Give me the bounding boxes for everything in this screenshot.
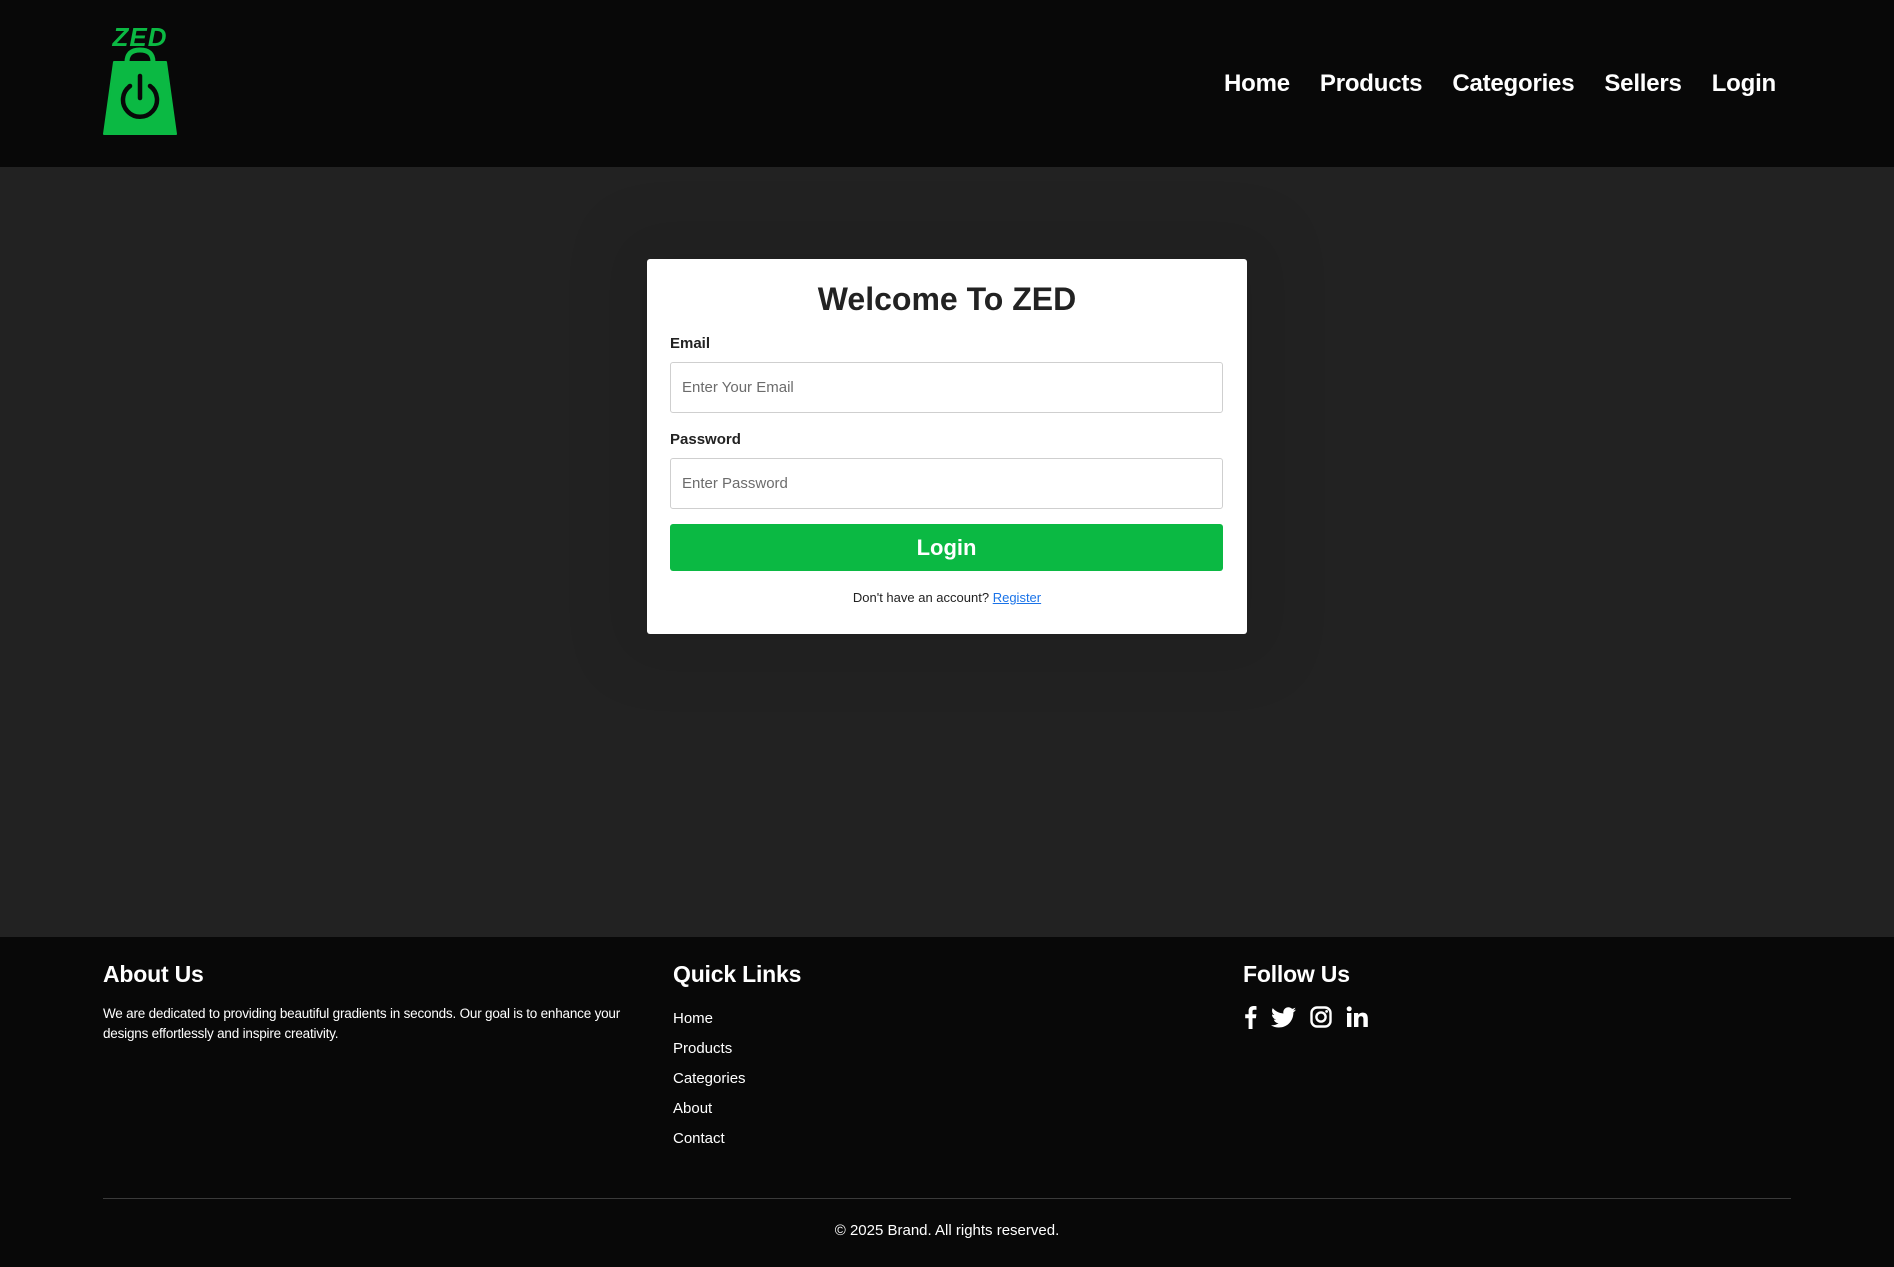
quick-links-heading: Quick Links <box>673 961 802 987</box>
copyright-text: © 2025 Brand. All rights reserved. <box>834 1222 1060 1239</box>
nav-categories[interactable]: Categories <box>1452 70 1574 98</box>
footer-link-products[interactable]: Products <box>673 1040 732 1057</box>
register-prompt-text: Don't have an account? <box>852 590 990 605</box>
email-label: Email <box>670 335 711 352</box>
facebook-icon[interactable] <box>1243 1004 1257 1030</box>
list-item: Home <box>673 1004 1073 1034</box>
list-item: Products <box>673 1034 1073 1064</box>
footer-quick-links: Quick Links Home Products Categories Abo… <box>673 959 1073 1154</box>
login-card: Welcome To ZED Email Password Login Don'… <box>647 259 1247 634</box>
register-prompt: Don't have an account? Register <box>670 590 1224 605</box>
password-label: Password <box>670 431 741 448</box>
zed-bag-logo-icon: ZED <box>103 22 177 135</box>
login-button[interactable]: Login <box>670 524 1223 571</box>
footer-divider <box>103 1198 1791 1199</box>
linkedin-icon[interactable] <box>1346 1004 1368 1030</box>
main-nav: Home Products Categories Sellers Login <box>1194 0 1776 167</box>
nav-home[interactable]: Home <box>1224 70 1290 98</box>
footer-link-contact[interactable]: Contact <box>673 1130 725 1147</box>
about-heading: About Us <box>103 961 204 987</box>
footer-link-categories[interactable]: Categories <box>673 1070 746 1087</box>
list-item: About <box>673 1094 1073 1124</box>
footer-follow: Follow Us <box>1243 959 1643 1030</box>
zed-logo[interactable]: ZED <box>100 22 180 139</box>
site-footer: About Us We are dedicated to providing b… <box>0 937 1894 1267</box>
quick-links-list: Home Products Categories About Contact <box>673 1004 1073 1154</box>
site-header: ZED Home Products Categories Sellers Log… <box>0 0 1894 167</box>
email-field[interactable] <box>670 362 1223 413</box>
nav-sellers[interactable]: Sellers <box>1604 70 1682 98</box>
footer-link-about[interactable]: About <box>673 1100 712 1117</box>
social-links <box>1243 1004 1643 1030</box>
login-title: Welcome To ZED <box>817 281 1077 317</box>
list-item: Categories <box>673 1064 1073 1094</box>
footer-about: About Us We are dedicated to providing b… <box>103 959 643 1044</box>
follow-heading: Follow Us <box>1243 961 1350 987</box>
main-content: Welcome To ZED Email Password Login Don'… <box>0 167 1894 937</box>
password-field[interactable] <box>670 458 1223 509</box>
register-link[interactable]: Register <box>993 590 1041 605</box>
list-item: Contact <box>673 1124 1073 1154</box>
nav-products[interactable]: Products <box>1320 70 1423 98</box>
nav-login[interactable]: Login <box>1712 70 1777 98</box>
instagram-icon[interactable] <box>1310 1004 1332 1030</box>
twitter-icon[interactable] <box>1271 1004 1296 1030</box>
about-text: We are dedicated to providing beautiful … <box>103 1006 621 1041</box>
footer-link-home[interactable]: Home <box>673 1010 713 1027</box>
